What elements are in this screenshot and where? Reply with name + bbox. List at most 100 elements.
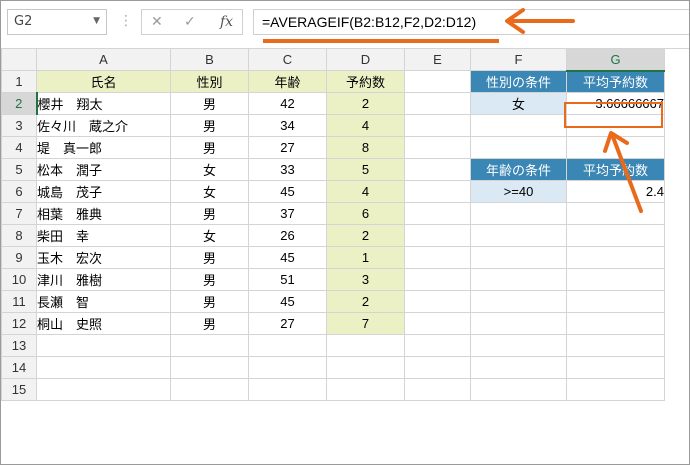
cell-g8[interactable] (566, 224, 665, 247)
row-header[interactable]: 2 (1, 92, 38, 115)
cancel-icon[interactable]: ✕ (151, 14, 163, 30)
cell-f14[interactable] (470, 356, 567, 379)
cell-b5[interactable]: 女 (170, 158, 249, 181)
cell-b14[interactable] (170, 356, 249, 379)
column-header-c[interactable]: C (248, 48, 327, 71)
cell-f13[interactable] (470, 334, 567, 357)
cell-a4[interactable]: 堤 真一郎 (36, 136, 171, 159)
cell-g13[interactable] (566, 334, 665, 357)
column-header-f[interactable]: F (470, 48, 567, 71)
cell-d8[interactable]: 2 (326, 224, 405, 247)
cell-a7[interactable]: 相葉 雅典 (36, 202, 171, 225)
cell-f9[interactable] (470, 246, 567, 269)
cell-e14[interactable] (404, 356, 471, 379)
enter-icon[interactable]: ✓ (184, 14, 196, 30)
cell-g1[interactable]: 平均予約数 (566, 70, 665, 93)
cell-c6[interactable]: 45 (248, 180, 327, 203)
row-header[interactable]: 14 (1, 356, 37, 379)
cell-a13[interactable] (36, 334, 171, 357)
row-header[interactable]: 5 (1, 158, 37, 181)
cell-e12[interactable] (404, 312, 471, 335)
chevron-down-icon[interactable]: ▼ (93, 16, 100, 26)
cell-d11[interactable]: 2 (326, 290, 405, 313)
cell-a3[interactable]: 佐々川 蔵之介 (36, 114, 171, 137)
row-header[interactable]: 11 (1, 290, 37, 313)
cell-a1[interactable]: 氏名 (36, 70, 171, 93)
cell-e13[interactable] (404, 334, 471, 357)
row-header[interactable]: 8 (1, 224, 37, 247)
cell-e7[interactable] (404, 202, 471, 225)
cell-b10[interactable]: 男 (170, 268, 249, 291)
worksheet-grid[interactable]: A B C D E F G 1 氏名 性別 年齢 予約数 性別の条件 平均予約数 (1, 48, 665, 401)
cell-a9[interactable]: 玉木 宏次 (36, 246, 171, 269)
cell-e4[interactable] (404, 136, 471, 159)
cell-f1[interactable]: 性別の条件 (470, 70, 567, 93)
cell-f11[interactable] (470, 290, 567, 313)
cell-f12[interactable] (470, 312, 567, 335)
cell-e11[interactable] (404, 290, 471, 313)
cell-c1[interactable]: 年齢 (248, 70, 327, 93)
cell-c14[interactable] (248, 356, 327, 379)
formula-input[interactable]: =AVERAGEIF(B2:B12,F2,D2:D12) (253, 9, 689, 35)
drag-handle-icon[interactable]: ⋮ (119, 13, 133, 29)
cell-d15[interactable] (326, 378, 405, 401)
cell-d13[interactable] (326, 334, 405, 357)
cell-a6[interactable]: 城島 茂子 (36, 180, 171, 203)
cell-b3[interactable]: 男 (170, 114, 249, 137)
cell-c12[interactable]: 27 (248, 312, 327, 335)
insert-function-icon[interactable]: fx (220, 14, 233, 30)
cell-d6[interactable]: 4 (326, 180, 405, 203)
cell-c7[interactable]: 37 (248, 202, 327, 225)
cell-d14[interactable] (326, 356, 405, 379)
row-header[interactable]: 15 (1, 378, 37, 401)
cell-b2[interactable]: 男 (170, 92, 249, 115)
cell-e9[interactable] (404, 246, 471, 269)
cell-a5[interactable]: 松本 潤子 (36, 158, 171, 181)
cell-a11[interactable]: 長瀬 智 (36, 290, 171, 313)
cell-e3[interactable] (404, 114, 471, 137)
cell-b11[interactable]: 男 (170, 290, 249, 313)
cell-b7[interactable]: 男 (170, 202, 249, 225)
cell-b6[interactable]: 女 (170, 180, 249, 203)
cell-f8[interactable] (470, 224, 567, 247)
cell-f4[interactable] (470, 136, 567, 159)
cell-a15[interactable] (36, 378, 171, 401)
cell-c5[interactable]: 33 (248, 158, 327, 181)
cell-e5[interactable] (404, 158, 471, 181)
cell-e10[interactable] (404, 268, 471, 291)
cell-d4[interactable]: 8 (326, 136, 405, 159)
cell-e8[interactable] (404, 224, 471, 247)
row-header[interactable]: 9 (1, 246, 37, 269)
cell-f7[interactable] (470, 202, 567, 225)
cell-a12[interactable]: 桐山 史照 (36, 312, 171, 335)
cell-a8[interactable]: 柴田 幸 (36, 224, 171, 247)
select-all-corner[interactable] (1, 48, 37, 71)
cell-g14[interactable] (566, 356, 665, 379)
row-header[interactable]: 12 (1, 312, 37, 335)
cell-c15[interactable] (248, 378, 327, 401)
row-header[interactable]: 13 (1, 334, 37, 357)
cell-f5[interactable]: 年齢の条件 (470, 158, 567, 181)
cell-c2[interactable]: 42 (248, 92, 327, 115)
row-header[interactable]: 10 (1, 268, 37, 291)
column-header-g[interactable]: G (566, 48, 665, 72)
cell-d12[interactable]: 7 (326, 312, 405, 335)
row-header[interactable]: 7 (1, 202, 37, 225)
cell-c8[interactable]: 26 (248, 224, 327, 247)
cell-g12[interactable] (566, 312, 665, 335)
cell-b12[interactable]: 男 (170, 312, 249, 335)
cell-f3[interactable] (470, 114, 567, 137)
cell-f10[interactable] (470, 268, 567, 291)
cell-c10[interactable]: 51 (248, 268, 327, 291)
column-header-b[interactable]: B (170, 48, 249, 71)
cell-c13[interactable] (248, 334, 327, 357)
cell-f15[interactable] (470, 378, 567, 401)
cell-b1[interactable]: 性別 (170, 70, 249, 93)
cell-b13[interactable] (170, 334, 249, 357)
cell-a10[interactable]: 津川 雅樹 (36, 268, 171, 291)
row-header[interactable]: 1 (1, 70, 37, 93)
row-header[interactable]: 4 (1, 136, 37, 159)
cell-f6[interactable]: >=40 (470, 180, 567, 203)
cell-b15[interactable] (170, 378, 249, 401)
cell-d3[interactable]: 4 (326, 114, 405, 137)
